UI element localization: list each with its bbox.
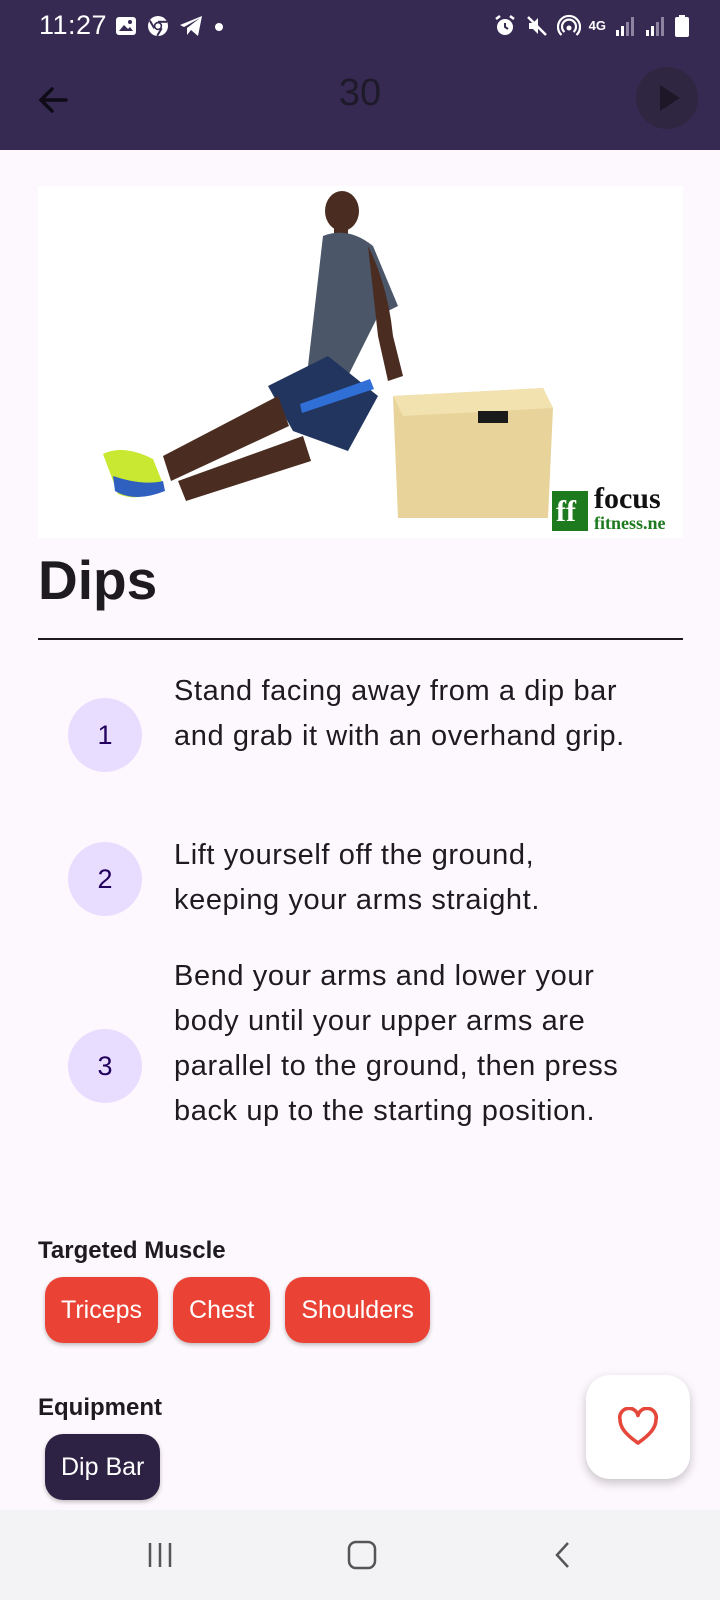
step-text: Lift yourself off the ground, keeping yo… bbox=[174, 839, 540, 916]
instruction-step: 3 Bend your arms and lower your body unt… bbox=[38, 952, 683, 1182]
muscle-chip-triceps[interactable]: Triceps bbox=[45, 1277, 159, 1343]
hotspot-icon bbox=[556, 14, 581, 36]
step-number: 2 bbox=[68, 842, 142, 916]
app-bar: 30 bbox=[0, 52, 720, 150]
equipment-chips: Dip Bar bbox=[45, 1434, 161, 1500]
dot-icon bbox=[215, 23, 223, 31]
step-text: Bend your arms and lower your body until… bbox=[174, 960, 619, 1127]
play-button[interactable] bbox=[636, 67, 698, 129]
gallery-icon bbox=[116, 17, 136, 35]
system-nav-bar bbox=[0, 1510, 720, 1600]
4g-icon: 4G bbox=[588, 18, 606, 33]
exercise-title: Dips bbox=[38, 549, 158, 611]
watermark-brand: focus bbox=[594, 482, 661, 515]
status-bar: 11:27 4G bbox=[0, 0, 720, 52]
recents-button[interactable] bbox=[137, 1532, 183, 1578]
telegram-icon bbox=[180, 16, 202, 36]
instruction-step: 2 Lift yourself off the ground, keeping … bbox=[38, 833, 683, 928]
muscle-chip-chest[interactable]: Chest bbox=[173, 1277, 271, 1343]
mute-icon bbox=[526, 16, 547, 36]
equipment-label: Equipment bbox=[38, 1394, 162, 1421]
svg-text:ff: ff bbox=[556, 495, 577, 528]
notification-icons bbox=[114, 14, 226, 38]
muscle-chip-shoulders[interactable]: Shoulders bbox=[285, 1277, 430, 1343]
exercise-image: ff focus fitness.ne bbox=[38, 186, 683, 538]
play-icon bbox=[660, 85, 680, 111]
step-number: 1 bbox=[68, 698, 142, 772]
battery-icon bbox=[675, 15, 689, 37]
chrome-icon bbox=[148, 16, 168, 37]
instruction-step: 1 Stand facing away from a dip bar and g… bbox=[38, 668, 683, 808]
step-number: 3 bbox=[68, 1029, 142, 1103]
nav-back-button[interactable] bbox=[540, 1532, 586, 1578]
divider bbox=[38, 638, 683, 640]
signal-icon bbox=[646, 17, 664, 36]
app-bar-title: 30 bbox=[338, 72, 382, 114]
back-icon bbox=[555, 1542, 569, 1568]
heart-icon bbox=[617, 1407, 659, 1445]
status-time: 11:27 bbox=[39, 10, 108, 40]
step-text: Stand facing away from a dip bar and gra… bbox=[174, 675, 625, 752]
system-icons: 4G bbox=[493, 14, 690, 38]
home-button[interactable] bbox=[339, 1532, 385, 1578]
favorite-button[interactable] bbox=[586, 1375, 690, 1479]
alarm-icon bbox=[494, 15, 515, 35]
signal-icon bbox=[616, 17, 634, 36]
watermark-domain: fitness.ne bbox=[594, 513, 666, 533]
recents-icon bbox=[148, 1543, 172, 1567]
equipment-chip-dip-bar[interactable]: Dip Bar bbox=[45, 1434, 161, 1500]
dips-illustration: ff focus fitness.ne bbox=[38, 186, 683, 538]
muscle-chips: Triceps Chest Shoulders bbox=[45, 1277, 430, 1343]
home-icon bbox=[347, 1540, 377, 1570]
targeted-muscle-label: Targeted Muscle bbox=[38, 1237, 226, 1264]
